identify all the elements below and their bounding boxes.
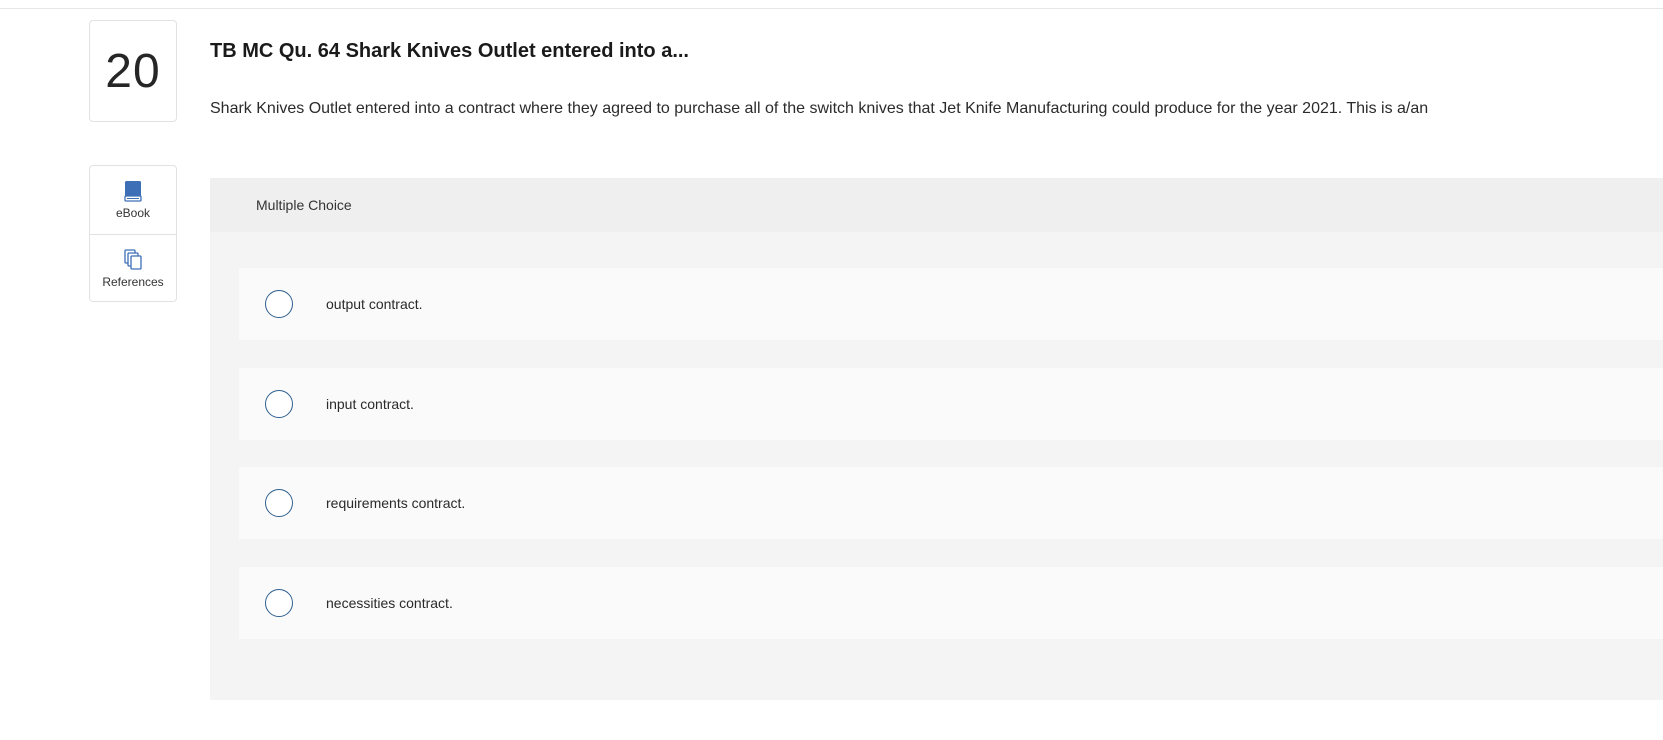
choice-label: input contract. xyxy=(326,396,414,412)
radio-button[interactable] xyxy=(265,290,293,318)
radio-button[interactable] xyxy=(265,489,293,517)
book-icon xyxy=(123,180,143,202)
copy-pages-icon xyxy=(123,249,143,271)
ebook-button[interactable]: eBook xyxy=(90,166,176,234)
top-divider xyxy=(0,8,1663,9)
answer-panel: Multiple Choice output contract. input c… xyxy=(210,178,1663,700)
radio-button[interactable] xyxy=(265,390,293,418)
question-prompt: Shark Knives Outlet entered into a contr… xyxy=(210,100,1429,117)
choice-option-1[interactable]: output contract. xyxy=(239,268,1663,340)
references-button[interactable]: References xyxy=(90,234,176,301)
references-label: References xyxy=(102,275,164,289)
ebook-label: eBook xyxy=(115,206,151,220)
resource-toolbar: eBook References xyxy=(89,165,177,302)
panel-header: Multiple Choice xyxy=(210,178,1663,232)
choice-label: requirements contract. xyxy=(326,495,466,511)
choice-option-4[interactable]: necessities contract. xyxy=(239,567,1663,639)
question-title: TB MC Qu. 64 Shark Knives Outlet entered… xyxy=(210,40,689,62)
choice-label: output contract. xyxy=(326,296,423,312)
radio-button[interactable] xyxy=(265,589,293,617)
choice-option-3[interactable]: requirements contract. xyxy=(239,467,1663,539)
question-number: 20 xyxy=(89,20,177,122)
choice-label: necessities contract. xyxy=(326,595,453,611)
choice-option-2[interactable]: input contract. xyxy=(239,368,1663,440)
